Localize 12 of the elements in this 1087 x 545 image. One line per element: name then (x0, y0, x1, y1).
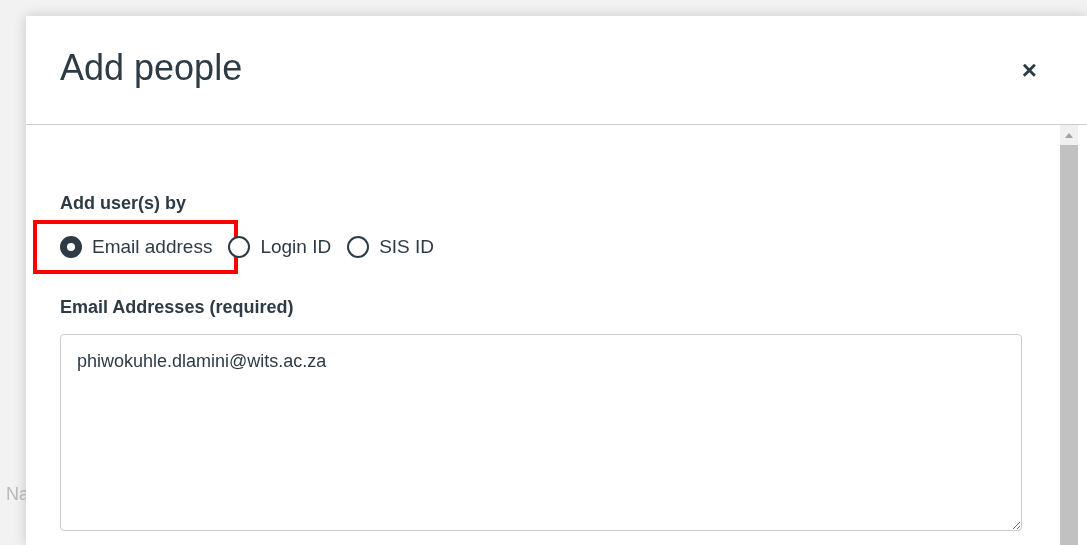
radio-button[interactable] (228, 236, 251, 258)
radio-option[interactable]: SIS ID (347, 236, 441, 258)
radio-button[interactable] (347, 236, 370, 258)
dialog-title: Add people (60, 47, 243, 90)
close-button[interactable]: × (1013, 54, 1045, 86)
field-label: Add user(s) by (60, 193, 188, 214)
field-label: Email Addresses (required) (60, 297, 295, 318)
scrollbar[interactable] (1060, 125, 1078, 545)
radio-button[interactable] (60, 236, 82, 258)
radio-option[interactable]: Login ID (228, 236, 338, 258)
email-input-field[interactable]: phiwokuhle.dlamini@wits.ac.za (60, 334, 1022, 531)
radio-option[interactable]: Email address (60, 236, 219, 258)
